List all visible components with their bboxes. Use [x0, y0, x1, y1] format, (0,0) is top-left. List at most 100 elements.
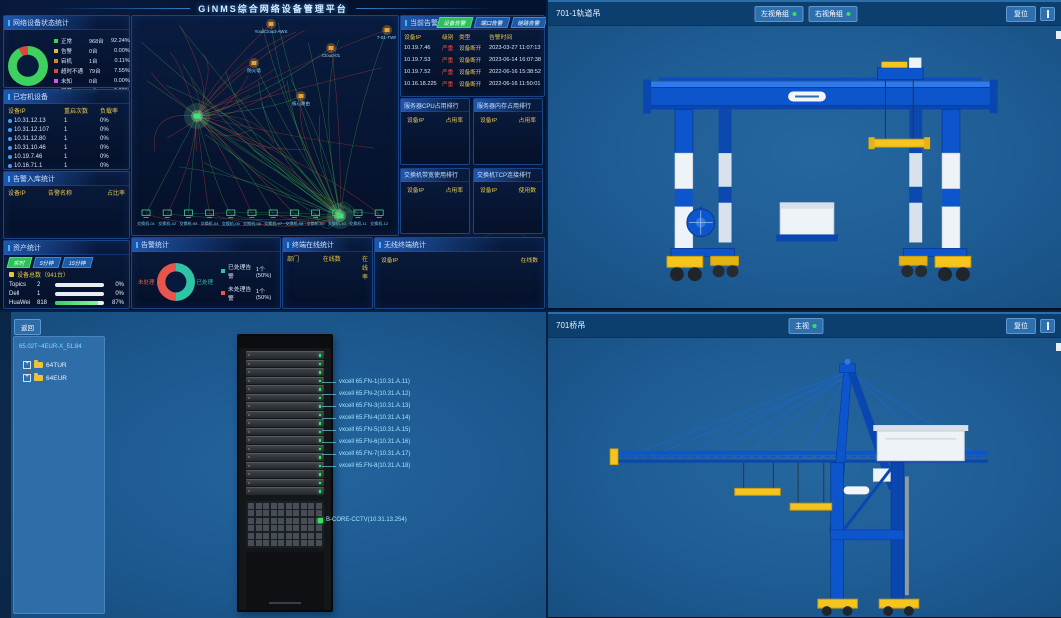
alarm-stats-legend: 已处理告警 1个(50%) 未处理告警 1个(50%) — [221, 258, 276, 306]
panel-title: 服务器内存占用排行 — [474, 99, 542, 112]
leader-line — [322, 430, 336, 431]
legend-item: 已处理告警 1个(50%) — [221, 262, 276, 280]
panel-title: 告警统计 — [132, 238, 280, 252]
sts-crane-graphic — [548, 338, 1061, 617]
network-topology-graph[interactable]: YouliCloud-AWSCloud-017-01-TWF核心路由防火墙交换机… — [132, 16, 396, 233]
down-devices-panel: 已宕机设备 设备IP 重启次数 负载率 10.31.12.13 1 0% 10.… — [3, 89, 130, 170]
alarm-tab[interactable]: 链路告警 — [511, 17, 546, 28]
device-dot-icon — [8, 128, 12, 132]
fullscreen-button[interactable] — [1040, 319, 1055, 333]
reset-view-button[interactable]: 复位 — [1006, 6, 1036, 22]
camera-group-button[interactable]: 右视角组 — [808, 6, 857, 22]
leader-line — [322, 454, 336, 455]
rack-bottom-panel — [246, 552, 324, 610]
panel-title: 资产统计 — [4, 241, 129, 255]
legend-swatch — [54, 59, 58, 63]
device-tree-panel: 65.02T~4EUR-X_51.84 64TUR 64EUR — [13, 336, 105, 614]
server-rack[interactable] — [237, 334, 333, 612]
expand-icon[interactable] — [23, 361, 31, 369]
topology-panel: YouliCloud-AWSCloud-017-01-TWF核心路由防火墙交换机… — [131, 15, 399, 236]
assets-tab[interactable]: 实时 — [7, 257, 33, 268]
status-dot — [846, 12, 850, 16]
server-label[interactable]: vxcell 65.FN-6(10.31.A.16) — [322, 436, 410, 448]
fullscreen-icon — [1047, 10, 1049, 18]
legend-swatch — [221, 291, 225, 295]
server-label[interactable]: vxcell 65.FN-8(10.31.A.18) — [322, 460, 410, 472]
table-row[interactable]: 10.31.12.80 1 0% — [4, 134, 129, 143]
leader-line — [322, 442, 336, 443]
legend-item: 超时不通 79台 7.55% — [54, 67, 132, 75]
rack-units — [246, 351, 324, 495]
alarm-tabs: 设备告警端口告警链路告警 — [438, 17, 546, 28]
assets-tabs: 实时5分钟15分钟 — [8, 257, 125, 268]
alarm-tab[interactable]: 设备告警 — [437, 17, 474, 28]
device-status-panel: 网络设备状态统计 正常 968台 92.24% — [3, 15, 130, 88]
camera-group-button[interactable]: 左视角组 — [754, 6, 803, 22]
alarms-table: 10.19.7.46 严重 设备断开 2023-03-27 11:07:13 1… — [401, 42, 544, 90]
table-row[interactable]: 10.16.71.1 1 0% — [4, 161, 129, 170]
server-label[interactable]: vxcell 65.FN-7(10.31.A.17) — [322, 448, 410, 460]
table-header: 设备IP 告警名称 占比率 — [4, 186, 129, 198]
reset-view-button[interactable]: 复位 — [1006, 318, 1036, 334]
rtg-crane-graphic — [548, 26, 1061, 308]
server-label[interactable]: vxcell 65.FN-2(10.31.A.12) — [322, 388, 410, 400]
table-row[interactable]: 10.31.12.13 1 0% — [4, 116, 129, 125]
rack-labels: vxcell 65.FN-1(10.31.A.11) vxcell 65.FN-… — [322, 376, 410, 472]
status-dot — [812, 324, 816, 328]
tree-item[interactable]: 64EUR — [23, 374, 99, 382]
svg-text:交换机-11: 交换机-11 — [349, 220, 367, 226]
svg-text:交换机-01: 交换机-01 — [137, 220, 156, 226]
alarm-store-panel: 告警入库统计 设备IP 告警名称 占比率 — [3, 171, 130, 239]
device-dot-icon — [8, 164, 12, 168]
svg-text:YouliCloud-AWS: YouliCloud-AWS — [255, 29, 288, 34]
svg-text:交换机-08: 交换机-08 — [286, 220, 305, 226]
server-label[interactable]: vxcell 65.FN-4(10.31.A.14) — [322, 412, 410, 424]
table-row[interactable]: 10.19.7.53 严重 设备断开 2023-06-14 16:07:38 — [401, 54, 544, 66]
asset-row: Topics 2 0% — [9, 282, 124, 288]
rank-panel: 服务器CPU占用排行 设备IP 占用率 — [400, 98, 470, 165]
table-row[interactable]: 10.19.7.46 1 0% — [4, 152, 129, 161]
folder-icon — [34, 375, 43, 381]
sts-3d-viewport[interactable] — [548, 338, 1061, 617]
table-row[interactable]: 10.16.18.225 严重 设备断开 2022-06-16 11:50:01 — [401, 78, 544, 90]
svg-text:交换机-05: 交换机-05 — [222, 220, 241, 226]
table-row[interactable]: 10.31.12.107 1 0% — [4, 125, 129, 134]
rack-room-view: 返回 65.02T~4EUR-X_51.84 64TUR 64EUR — [0, 310, 546, 618]
rack-port-panel — [246, 501, 324, 549]
server-label[interactable]: vxcell 65.FN-3(10.31.A.13) — [322, 400, 410, 412]
table-header: 设备IP 在线数 — [375, 252, 544, 267]
table-header: 设备IP 占用率 — [401, 182, 469, 197]
asset-bar-track — [55, 292, 104, 296]
dashboard-header: GiNMS综合网络设备管理平台 — [0, 1, 546, 16]
expand-icon[interactable] — [23, 374, 31, 382]
rank-panels: 服务器CPU占用排行 设备IP 占用率 服务器内存占用排行 设备IP 占用率 — [400, 98, 543, 234]
assets-tab[interactable]: 5分钟 — [33, 257, 62, 268]
legend-swatch — [54, 39, 58, 43]
tree-item[interactable]: 64TUR — [23, 361, 99, 369]
device-tree: 64TUR 64EUR — [19, 361, 99, 382]
terminal-online-panel: 终端在线统计 部门 在线数 在线率 — [282, 237, 373, 309]
camera-group-button[interactable]: 主视 — [788, 318, 823, 334]
table-header: 设备IP 使用数 — [474, 182, 542, 197]
table-header: 设备IP 重启次数 负载率 — [4, 104, 129, 116]
status-square-icon — [318, 518, 323, 523]
assets-tab[interactable]: 15分钟 — [62, 257, 94, 268]
device-status-legend: 正常 968台 92.24% 告警 0台 0.00% — [54, 35, 132, 97]
table-row[interactable]: 10.19.7.46 严重 设备断开 2023-03-27 11:07:13 — [401, 42, 544, 54]
viewport-toolbar: 701桥吊 主视 复位 — [548, 312, 1061, 338]
server-label[interactable]: vxcell 65.FN-5(10.31.A.15) — [322, 424, 410, 436]
server-label[interactable]: vxcell 65.FN-1(10.31.A.11) — [322, 376, 410, 388]
fullscreen-button[interactable] — [1040, 7, 1055, 21]
core-switch-label[interactable]: B-CORE-CCTV(10.31.13.254) — [318, 517, 407, 523]
svg-text:交换机-02: 交换机-02 — [158, 220, 177, 226]
alarm-tab[interactable]: 端口告警 — [474, 17, 511, 28]
table-row[interactable]: 10.31.10.46 1 0% — [4, 143, 129, 152]
fullscreen-icon — [1047, 322, 1049, 330]
panel-title: 当前告警 设备告警端口告警链路告警 — [401, 16, 544, 30]
svg-text:交换机-06: 交换机-06 — [243, 220, 262, 226]
back-button[interactable]: 返回 — [14, 319, 41, 335]
table-row[interactable]: 10.19.7.52 严重 设备断开 2022-06-16 15:38:52 — [401, 66, 544, 78]
rtg-3d-viewport[interactable] — [548, 26, 1061, 308]
asset-row: Dell 1 0% — [9, 291, 124, 297]
device-dot-icon — [8, 119, 12, 123]
